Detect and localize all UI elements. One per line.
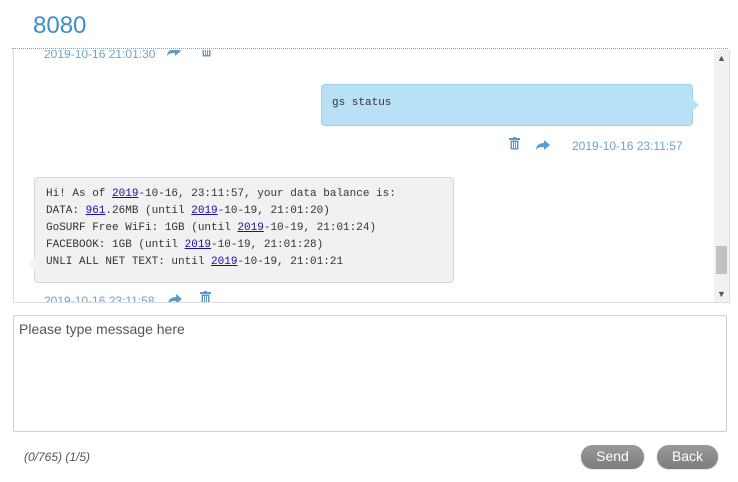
incoming-message: Hi! As of 2019-10-16, 23:11:57, your dat… <box>28 177 454 283</box>
forward-icon[interactable] <box>167 292 183 302</box>
detected-number-link[interactable]: 2019 <box>237 222 263 234</box>
chat-panel[interactable]: 2019-10-16 21:01:30 gs status 2019-10-16… <box>13 50 730 303</box>
page-title: 8080 <box>33 12 87 39</box>
message-text: -10-19, 21:01:24) <box>263 222 377 234</box>
message-line: GoSURF Free WiFi: 1GB (until 2019-10-19,… <box>46 222 376 234</box>
detected-number-link[interactable]: 2019 <box>191 205 217 217</box>
outgoing-message: gs status <box>321 84 699 126</box>
message-text: -10-19, 21:01:21 <box>237 256 344 268</box>
forward-icon[interactable] <box>166 50 182 60</box>
back-button[interactable]: Back <box>657 445 718 468</box>
detected-number-link[interactable]: 2019 <box>112 188 138 200</box>
message-text: -10-19, 21:01:28) <box>211 239 324 251</box>
send-button[interactable]: Send <box>581 445 644 468</box>
bubble-tail <box>28 258 35 270</box>
bubble-tail <box>692 99 699 111</box>
trash-icon[interactable] <box>201 50 212 60</box>
message-text: UNLI ALL NET TEXT: until <box>46 256 212 268</box>
trash-icon[interactable] <box>509 137 520 153</box>
message-text: gs status <box>332 97 392 109</box>
scroll-up-icon[interactable]: ▲ <box>714 50 729 66</box>
message-text: Hi! As of <box>46 188 113 200</box>
message-text: -10-19, 21:01:20) <box>217 205 330 217</box>
message-text: GoSURF Free WiFi: 1GB (until <box>46 222 238 234</box>
message-timestamp: 2019-10-16 23:11:57 <box>572 139 683 153</box>
detected-number-link[interactable]: 961 <box>86 205 106 217</box>
character-counter: (0/765) (1/5) <box>24 450 91 464</box>
message-text: DATA: <box>46 205 86 217</box>
scroll-down-icon[interactable]: ▼ <box>714 286 729 302</box>
trash-icon[interactable] <box>200 291 211 302</box>
forward-icon[interactable] <box>535 138 551 154</box>
message-line: FACEBOOK: 1GB (until 2019-10-19, 21:01:2… <box>46 239 323 251</box>
message-line: UNLI ALL NET TEXT: until 2019-10-19, 21:… <box>46 256 343 268</box>
message-text: .26MB (until <box>105 205 192 217</box>
message-input[interactable] <box>13 315 727 432</box>
message-timestamp: 2019-10-16 23:11:58 <box>44 294 155 303</box>
message-line: DATA: 961.26MB (until 2019-10-19, 21:01:… <box>46 205 330 217</box>
message-line: Hi! As of 2019-10-16, 23:11:57, your dat… <box>46 188 396 200</box>
message-text: FACEBOOK: 1GB (until <box>46 239 185 251</box>
message-text: -10-16, 23:11:57, your data balance is: <box>138 188 396 200</box>
chat-scrollbar[interactable]: ▲ ▼ <box>714 50 729 302</box>
message-timestamp: 2019-10-16 21:01:30 <box>44 50 156 61</box>
detected-number-link[interactable]: 2019 <box>211 256 237 268</box>
detected-number-link[interactable]: 2019 <box>185 239 211 251</box>
header-divider <box>12 48 728 49</box>
scroll-thumb[interactable] <box>716 246 727 274</box>
